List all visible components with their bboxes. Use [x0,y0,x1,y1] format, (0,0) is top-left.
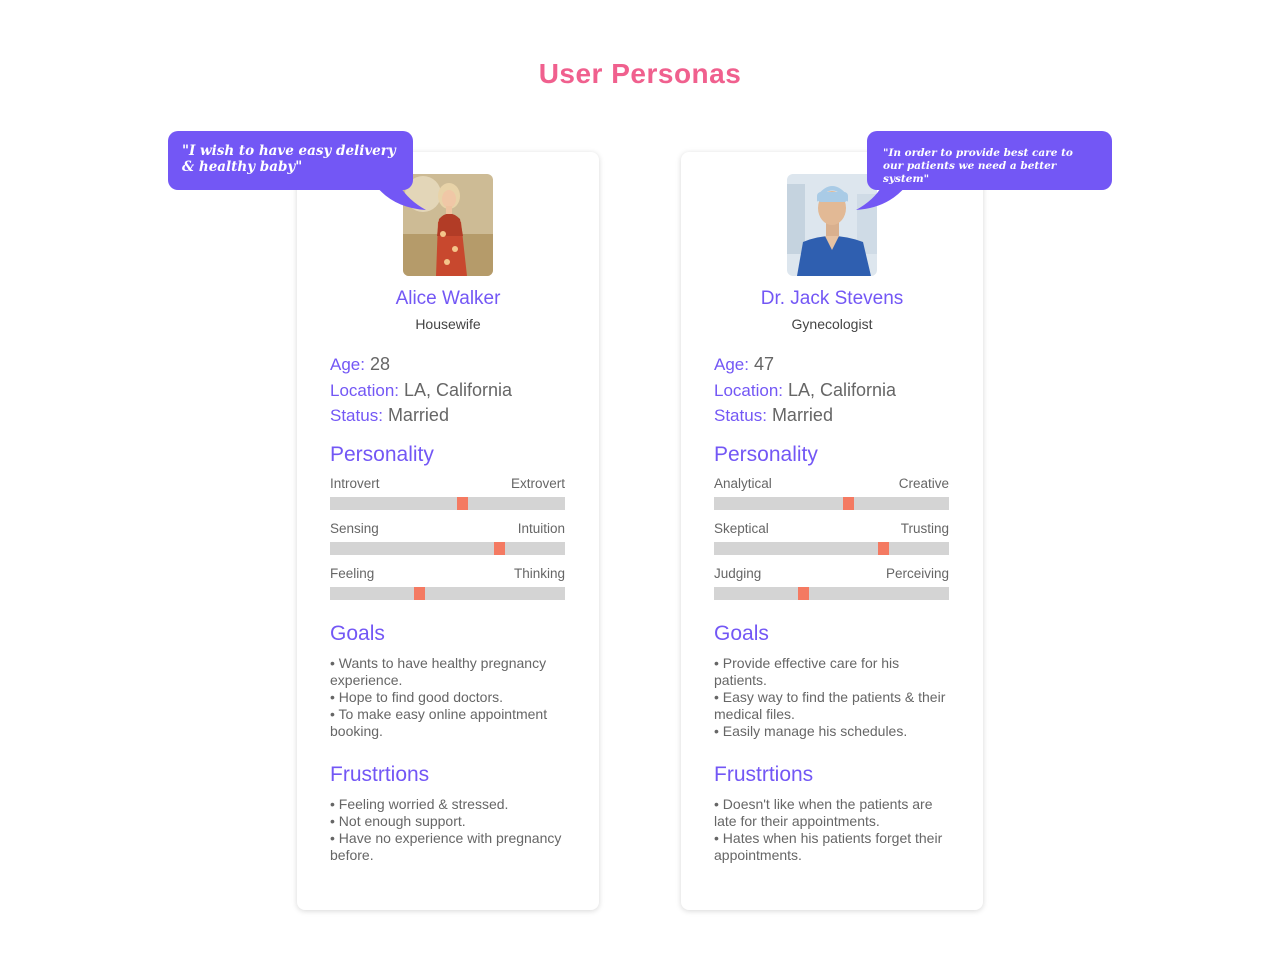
slider-right-label: Creative [898,476,949,491]
personality-title: Personality [714,443,818,466]
goal-item: • Wants to have healthy pregnancy experi… [330,655,547,688]
slider-left-label: Feeling [330,566,375,581]
slider-track [714,497,949,510]
personality-slider: Sensing Intuition [330,521,565,566]
status-row: Status: Married [714,403,954,429]
goal-item: • To make easy online appointment bookin… [330,706,548,739]
slider-marker [414,587,426,600]
frustrations-title: Frustrtions [714,763,814,786]
location-value: LA, California [404,379,513,400]
goal-item: • Easily manage his schedules. [714,723,908,739]
personality-slider: Introvert Extrovert [330,476,565,521]
age-value: 47 [754,354,775,374]
goals-list: • Provide effective care for his patient… [714,655,954,740]
slider-marker [798,587,810,600]
location-row: Location: LA, California [330,378,570,404]
slider-left-label: Skeptical [714,521,769,536]
persona-role: Housewife [415,316,481,332]
slider-left-label: Sensing [330,521,379,536]
frustrations-title: Frustrtions [330,763,430,786]
slider-track [330,542,565,555]
persona-facts: Age: 47 Location: LA, California Status:… [714,352,954,429]
slider-marker [494,542,506,555]
personality-sliders: Analytical Creative Skeptical Trusting Jud… [714,476,949,611]
age-label: Age: [330,355,365,374]
slider-track [714,587,949,600]
persona-name: Alice Walker [395,288,501,309]
frustration-item: • Doesn't like when the patients are lat… [714,796,933,829]
frustration-item: • Hates when his patients forget their a… [714,830,943,863]
frustration-item: • Have no experience with pregnancy befo… [330,830,562,863]
persona-role: Gynecologist [791,316,873,332]
frustrations-list: • Feeling worried & stressed. • Not enou… [330,796,570,864]
slider-right-label: Thinking [513,566,565,581]
personality-sliders: Introvert Extrovert Sensing Intuition Feel… [330,476,565,611]
location-value: LA, California [788,379,897,400]
persona-name: Dr. Jack Stevens [760,288,904,309]
frustration-item: • Feeling worried & stressed. [330,796,509,812]
slider-left-label: Analytical [714,476,772,491]
status-row: Status: Married [330,403,570,429]
slider-right-label: Extrovert [510,476,565,491]
age-row: Age: 28 [330,352,570,378]
personality-slider: Judging Perceiving [714,566,949,611]
status-label: Status: [714,406,767,425]
slider-marker [456,497,468,510]
slider-left-label: Introvert [330,476,380,491]
status-value: Married [771,405,833,425]
slider-marker [842,497,854,510]
goals-list: • Wants to have healthy pregnancy experi… [330,655,570,740]
persona-card-jack: Dr. Jack Stevens Gynecologist Age: 47 Lo… [681,152,983,910]
persona-facts: Age: 28 Location: LA, California Status:… [330,352,570,429]
quote-bubble-jack: "In order to provide best care to our pa… [867,131,1112,190]
goals-title: Goals [714,622,769,645]
status-value: Married [387,405,449,425]
quote-bubble-alice: "I wish to have easy delivery & healthy … [168,131,413,190]
location-label: Location: [330,380,399,400]
status-label: Status: [330,406,383,425]
slider-right-label: Trusting [900,521,949,536]
page-title: User Personas [538,58,742,89]
age-label: Age: [714,355,749,374]
personality-title: Personality [330,443,434,466]
age-value: 28 [370,354,391,374]
location-label: Location: [714,380,783,400]
slider-marker [878,542,890,555]
personality-slider: Skeptical Trusting [714,521,949,566]
goal-item: • Easy way to find the patients & their … [714,689,946,722]
goal-item: • Hope to find good doctors. [330,689,504,705]
slider-track [330,587,565,600]
personality-slider: Analytical Creative [714,476,949,521]
frustrations-list: • Doesn't like when the patients are lat… [714,796,954,864]
slider-right-label: Perceiving [885,566,949,581]
slider-left-label: Judging [714,566,762,581]
frustration-item: • Not enough support. [330,813,466,829]
slider-right-label: Intuition [517,521,565,536]
age-row: Age: 47 [714,352,954,378]
personality-slider: Feeling Thinking [330,566,565,611]
slider-track [330,497,565,510]
persona-card-alice: Alice Walker Housewife Age: 28 Location:… [297,152,599,910]
goals-title: Goals [330,622,385,645]
location-row: Location: LA, California [714,378,954,404]
goal-item: • Provide effective care for his patient… [714,655,900,688]
slider-track [714,542,949,555]
